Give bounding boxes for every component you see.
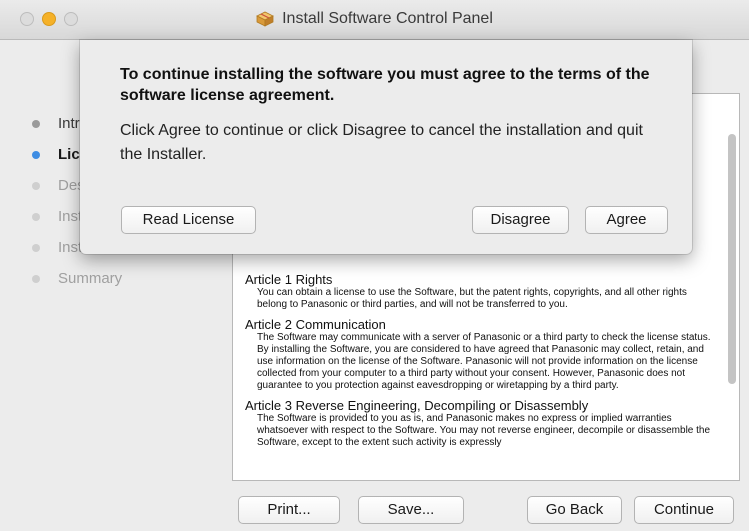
- read-license-button[interactable]: Read License: [121, 206, 256, 234]
- license-agreement-sheet: To continue installing the software you …: [80, 40, 692, 254]
- agree-button[interactable]: Agree: [585, 206, 668, 234]
- article-body: The Software is provided to you as is, a…: [257, 413, 711, 448]
- print-button[interactable]: Print...: [238, 496, 340, 524]
- package-icon: [256, 11, 275, 27]
- step-bullet-icon: [32, 212, 40, 221]
- license-content: Article 1 Rights You can obtain a licens…: [245, 272, 713, 455]
- sheet-message: Click Agree to continue or click Disagre…: [120, 122, 643, 163]
- article-title: Article 3 Reverse Engineering, Decompili…: [245, 398, 589, 413]
- article-body: You can obtain a license to use the Soft…: [257, 287, 687, 310]
- step-bullet-icon: [32, 150, 40, 159]
- license-scrollbar[interactable]: [728, 134, 736, 384]
- installer-window: Install Software Control Panel Introduct…: [0, 0, 749, 531]
- article-title: Article 1 Rights: [245, 272, 333, 287]
- article-title: Article 2 Communication: [245, 317, 386, 332]
- save-button[interactable]: Save...: [358, 496, 464, 524]
- license-article: Article 2 Communication The Software may…: [245, 317, 713, 392]
- article-body: The Software may communicate with a serv…: [257, 332, 711, 343]
- license-article: Article 1 Rights You can obtain a licens…: [245, 272, 713, 311]
- window-title-text: Install Software Control Panel: [282, 10, 493, 27]
- continue-button[interactable]: Continue: [634, 496, 734, 524]
- step-bullet-icon: [32, 274, 40, 283]
- sheet-heading: To continue installing the software you …: [120, 66, 650, 104]
- step-summary: Summary: [32, 263, 232, 294]
- window-title: Install Software Control Panel: [0, 10, 749, 32]
- go-back-button[interactable]: Go Back: [527, 496, 622, 524]
- disagree-button[interactable]: Disagree: [472, 206, 569, 234]
- step-label: Summary: [58, 270, 123, 287]
- step-bullet-icon: [32, 181, 40, 190]
- license-article: Article 3 Reverse Engineering, Decompili…: [245, 398, 713, 449]
- step-bullet-icon: [32, 119, 40, 128]
- article-body: By installing the Software, you are cons…: [257, 344, 704, 391]
- title-bar[interactable]: Install Software Control Panel: [0, 0, 749, 40]
- step-bullet-icon: [32, 243, 40, 252]
